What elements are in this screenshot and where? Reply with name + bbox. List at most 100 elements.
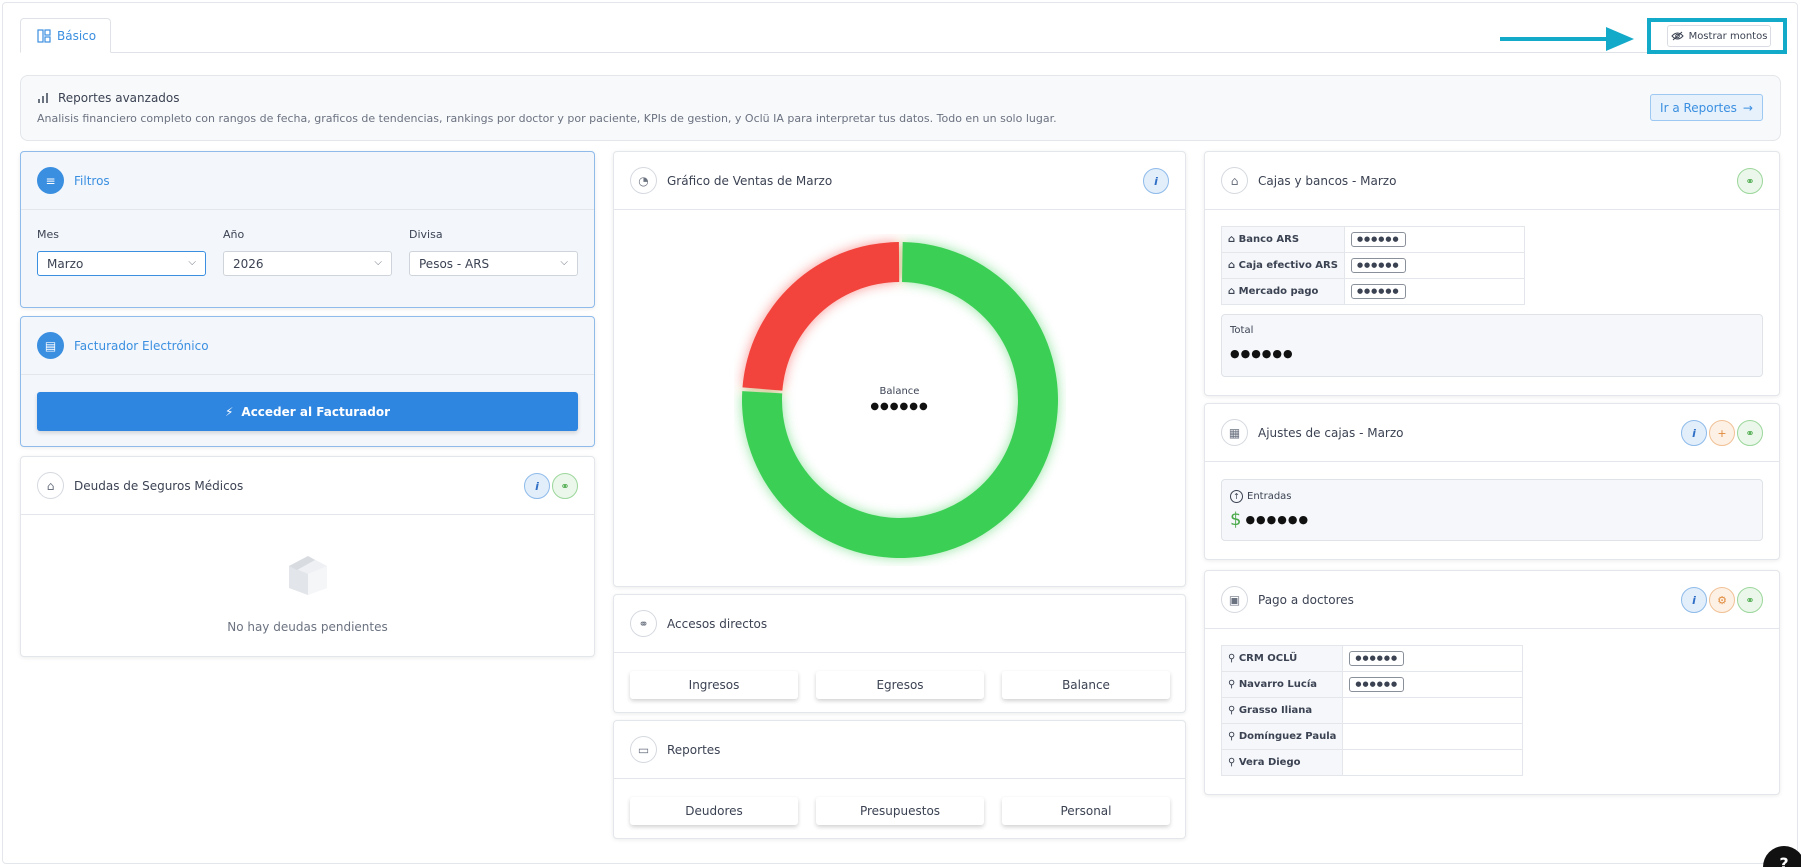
doctor-value-cell [1342,749,1524,776]
show-amounts-button[interactable]: Mostrar montos [1667,25,1771,47]
empty-box-icon [289,556,327,595]
total-label: Total [1230,325,1254,336]
masked-value: ●●●●●● [1350,232,1406,247]
plus-icon[interactable]: + [1709,420,1735,446]
invoicer-header: ▤ Facturador Electrónico [21,317,594,375]
income-button[interactable]: Ingresos [630,671,798,699]
budgets-button[interactable]: Presupuestos [816,797,984,825]
expenses-button[interactable]: Egresos [816,671,984,699]
adjustments-card: ▦ Ajustes de cajas - Marzo i + ⚭ ↑ Entra… [1204,403,1780,560]
year-value: 2026 [233,256,264,271]
user-icon: ⚲ [1228,705,1239,716]
doctor-name-cell: ⚲ Grasso Iliana [1220,697,1344,724]
sales-chart-header: ◔ Gráfico de Ventas de Marzo [614,152,1185,210]
doctor-name-cell: ⚲ CRM OCLÜ [1220,645,1344,672]
filters-header: ≡ Filtros [21,152,594,210]
building-icon: ⌂ [37,472,64,499]
year-label: Año [223,228,245,241]
shortcuts-card: ⚭ Accesos directos Ingresos Egresos Bala… [613,594,1186,713]
masked-value: ●●●●●● [1349,677,1405,692]
currency-label: Divisa [409,228,443,241]
filters-card: ≡ Filtros Mes Marzo ⌵ Año 2026 ⌵ Divisa … [20,151,595,308]
access-invoicer-button[interactable]: ⚡ Acceder al Facturador [37,392,578,431]
balance-label: Balance [879,386,920,397]
balance-value: ●●●●●● [870,401,929,412]
currency-symbol: $ [1230,509,1242,530]
bar-chart-icon [38,93,48,103]
table-row: ⌂ Mercado pago ●●●●●● [1221,278,1525,305]
user-icon: ⚲ [1228,679,1239,690]
info-icon[interactable]: i [524,473,550,499]
reports-title: Reportes [667,742,721,757]
insurance-debts-title: Deudas de Seguros Médicos [74,478,244,493]
user-icon: ⚲ [1228,757,1239,768]
arrow-right-icon [1500,27,1634,51]
user-icon: ⚲ [1228,653,1239,664]
file-icon: ▭ [630,736,657,763]
reports-header: ▭ Reportes [614,721,1185,779]
shortcuts-header: ⚭ Accesos directos [614,595,1185,653]
donut-slice-1[interactable] [742,242,900,391]
link-icon: ⚭ [630,610,657,637]
banks-total-box: Total ●●●●●● [1221,314,1763,377]
bank-name-cell: ⌂ Banco ARS [1221,226,1345,253]
go-to-reports-button[interactable]: Ir a Reportes → [1650,94,1763,121]
banner-description: Analisis financiero completo con rangos … [37,112,1057,125]
filters-title: Filtros [74,173,110,188]
empty-text: No hay deudas pendientes [227,620,388,634]
banks-card: ⌂ Cajas y bancos - Marzo ⚭ ⌂ Banco ARS ●… [1204,151,1780,396]
eye-off-icon [1670,31,1684,41]
chevron-down-icon: ⌵ [374,257,382,268]
year-select[interactable]: 2026 ⌵ [223,251,392,276]
link-icon[interactable]: ⚭ [1737,587,1763,613]
entries-label-row: ↑ Entradas [1230,490,1292,503]
entries-label: Entradas [1247,491,1292,502]
currency-value: Pesos - ARS [419,256,490,271]
bank-name: Caja efectivo ARS [1238,260,1338,271]
masked-value: ●●●●●● [1350,284,1406,299]
currency-select[interactable]: Pesos - ARS ⌵ [409,251,578,276]
banks-actions: ⚭ [1737,168,1763,194]
gear-icon[interactable]: ⚙ [1709,587,1735,613]
month-value: Marzo [47,256,84,271]
doctor-name: Vera Diego [1238,757,1301,768]
link-icon[interactable]: ⚭ [552,473,578,499]
month-select[interactable]: Marzo ⌵ [37,251,206,276]
info-icon[interactable]: i [1681,587,1707,613]
tab-basico[interactable]: Básico [20,18,111,53]
table-row: ⚲ Grasso Iliana [1220,697,1524,724]
doctor-value-cell: ●●●●●● [1342,671,1524,698]
info-icon[interactable]: i [1681,420,1707,446]
doctor-payments-table: ⚲ CRM OCLÜ ●●●●●● ⚲ Navarro Lucía ●●●●●●… [1220,645,1524,776]
masked-value: ●●●●●● [1349,651,1405,666]
bank-name-cell: ⌂ Mercado pago [1221,278,1345,305]
doctor-payments-actions: i ⚙ ⚭ [1681,587,1763,613]
reports-card: ▭ Reportes Deudores Presupuestos Persona… [613,720,1186,839]
banner-title-text: Reportes avanzados [58,91,180,105]
bank-value-cell: ●●●●●● [1343,252,1525,279]
doctor-name: CRM OCLÜ [1238,653,1298,664]
sales-chart-actions: i [1143,168,1169,194]
doctor-name: Navarro Lucía [1238,679,1318,690]
doctor-name-cell: ⚲ Domínguez Paula [1220,723,1344,750]
info-icon[interactable]: i [1143,168,1169,194]
bank-name: Banco ARS [1238,234,1300,245]
link-icon[interactable]: ⚭ [1737,420,1763,446]
link-icon[interactable]: ⚭ [1737,168,1763,194]
masked-value: ●●●●●● [1350,258,1406,273]
entries-box: ↑ Entradas $ ●●●●●● [1221,479,1763,541]
staff-button[interactable]: Personal [1002,797,1170,825]
entries-value: ●●●●●● [1245,513,1310,526]
table-row: ⚲ Domínguez Paula [1220,723,1524,750]
insurance-debts-card: ⌂ Deudas de Seguros Médicos i ⚭ No hay d… [20,456,595,657]
chevron-down-icon: ⌵ [560,257,568,268]
bank-icon: ⌂ [1228,260,1239,271]
sales-donut-chart [742,242,1058,558]
cash-icon: ▣ [1221,586,1248,613]
balance-button[interactable]: Balance [1002,671,1170,699]
bank-name-cell: ⌂ Caja efectivo ARS [1221,252,1345,279]
debtors-button[interactable]: Deudores [630,797,798,825]
table-row: ⚲ CRM OCLÜ ●●●●●● [1220,645,1524,672]
total-value: ●●●●●● [1230,347,1294,360]
pie-chart-icon: ◔ [630,167,657,194]
